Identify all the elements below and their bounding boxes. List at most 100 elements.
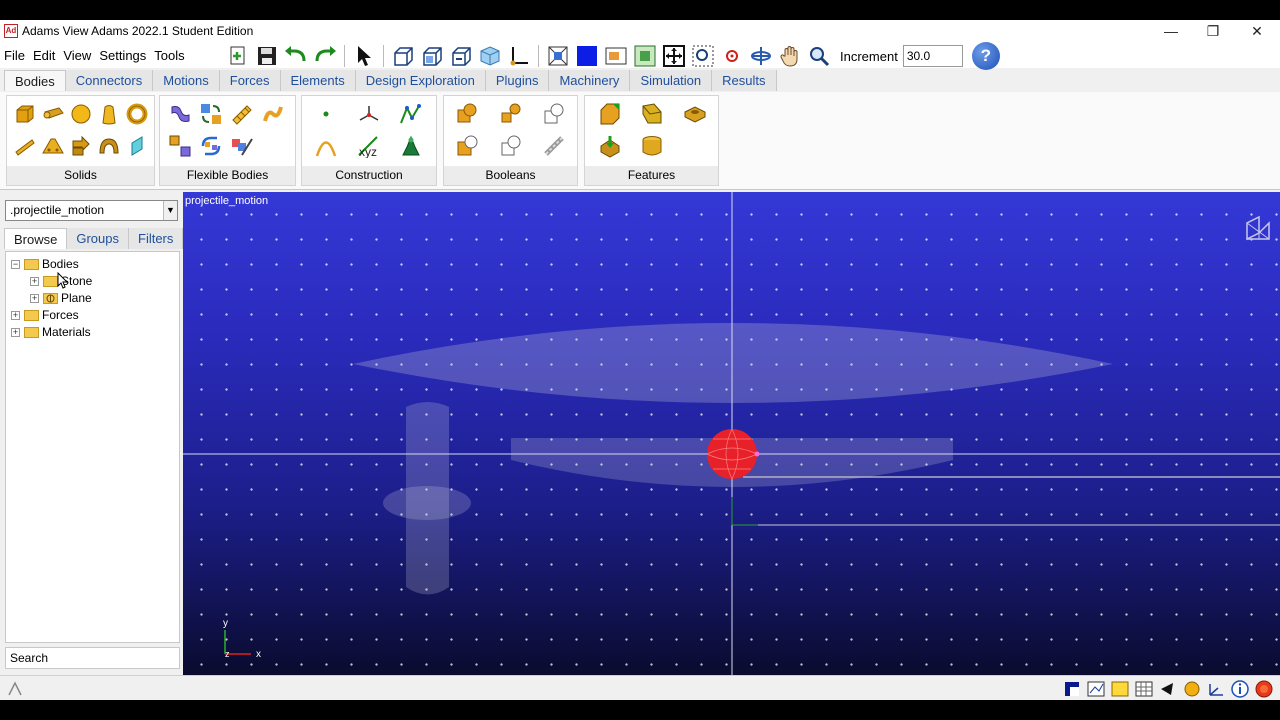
view-iso-icon[interactable] (420, 44, 444, 68)
boolean-intersect-icon[interactable] (541, 101, 567, 127)
pan-hand-icon[interactable] (778, 44, 802, 68)
sphere-icon[interactable] (68, 101, 94, 127)
zoom-box-icon[interactable] (662, 44, 686, 68)
extrusion-icon[interactable] (68, 133, 94, 159)
menu-view[interactable]: View (59, 48, 95, 63)
spline-body-icon[interactable] (398, 133, 424, 159)
boolean-split-icon[interactable] (498, 133, 524, 159)
tab-elements[interactable]: Elements (280, 70, 356, 91)
point-icon[interactable] (313, 101, 339, 127)
chevron-down-icon[interactable]: ▼ (163, 201, 177, 220)
tab-groups[interactable]: Groups (67, 228, 129, 249)
plate-icon[interactable] (40, 133, 66, 159)
revolution-icon[interactable] (96, 133, 122, 159)
menu-file[interactable]: File (0, 48, 29, 63)
color-icon[interactable] (1182, 680, 1201, 698)
modeling-viewport[interactable]: projectile_motion y z x (183, 192, 1280, 675)
boolean-cut-icon[interactable] (454, 133, 480, 159)
render-mode-icon[interactable] (478, 44, 502, 68)
hole-icon[interactable] (639, 133, 665, 159)
redo-icon[interactable] (313, 44, 337, 68)
torus-icon[interactable] (124, 101, 150, 127)
chamfer-icon[interactable] (597, 101, 623, 127)
flex-edit-icon[interactable] (229, 133, 255, 159)
flex-convert-icon[interactable] (198, 101, 224, 127)
undo-icon[interactable] (284, 44, 308, 68)
tab-simulation[interactable]: Simulation (630, 70, 713, 91)
flex-beam-icon[interactable] (229, 101, 255, 127)
tab-bodies[interactable]: Bodies (4, 70, 66, 91)
model-selector[interactable]: .projectile_motion ▼ (5, 200, 178, 221)
tree-node-forces[interactable]: + Forces (11, 307, 79, 323)
expand-icon[interactable]: + (11, 310, 20, 320)
shell-icon[interactable] (597, 133, 623, 159)
zoom-window-icon[interactable] (691, 44, 715, 68)
expand-icon[interactable]: + (30, 293, 39, 303)
flex-spline-icon[interactable] (260, 101, 286, 127)
tab-machinery[interactable]: Machinery (549, 70, 631, 91)
view-top-icon[interactable] (449, 44, 473, 68)
new-model-icon[interactable] (226, 44, 250, 68)
marker-xyz-icon[interactable]: xyz (356, 133, 382, 159)
arrow-tool-icon[interactable] (1158, 680, 1177, 698)
tree-node-plane[interactable]: + Plane (30, 290, 92, 306)
blend-icon[interactable] (639, 101, 665, 127)
collapse-icon[interactable]: − (11, 259, 20, 269)
tab-forces[interactable]: Forces (219, 70, 281, 91)
select-pointer-icon[interactable] (352, 44, 376, 68)
box-icon[interactable] (12, 101, 38, 127)
coordinate-system-icon[interactable] (1206, 680, 1225, 698)
cylinder-icon[interactable] (40, 101, 66, 127)
zoom-extents-icon[interactable] (546, 44, 570, 68)
boolean-merge-icon[interactable] (498, 101, 524, 127)
tab-plugins[interactable]: Plugins (485, 70, 550, 91)
tab-connectors[interactable]: Connectors (65, 70, 154, 91)
info-icon[interactable] (1230, 680, 1249, 698)
view-orientation-icon[interactable] (1246, 215, 1270, 241)
marker-icon[interactable] (356, 101, 382, 127)
view-front-icon[interactable] (391, 44, 415, 68)
tree-node-materials[interactable]: + Materials (11, 324, 91, 340)
tab-design-exploration[interactable]: Design Exploration (355, 70, 486, 91)
tab-motions[interactable]: Motions (153, 70, 220, 91)
link-icon[interactable] (12, 133, 38, 159)
close-button[interactable]: ✕ (1235, 20, 1279, 42)
flex-body-icon[interactable] (167, 101, 193, 127)
triad-icon[interactable] (507, 44, 531, 68)
center-icon[interactable] (720, 44, 744, 68)
menu-settings[interactable]: Settings (95, 48, 150, 63)
background-color-icon[interactable] (575, 44, 599, 68)
polyline-icon[interactable] (398, 101, 424, 127)
minimize-button[interactable]: — (1149, 20, 1193, 42)
tab-browse[interactable]: Browse (4, 228, 68, 249)
flex-swap-icon[interactable] (167, 133, 193, 159)
browser-search-field[interactable]: Search (5, 647, 180, 669)
toggle-icons-icon[interactable] (604, 44, 628, 68)
table-view-icon[interactable] (1110, 680, 1129, 698)
frustum-icon[interactable] (96, 101, 122, 127)
help-button[interactable]: ? (971, 42, 1000, 70)
record-session-icon[interactable] (1062, 680, 1081, 698)
fit-icon[interactable] (633, 44, 657, 68)
chain-icon[interactable] (541, 133, 567, 159)
maximize-button[interactable]: ❐ (1191, 20, 1235, 42)
menu-tools[interactable]: Tools (150, 48, 188, 63)
stone-sphere[interactable] (707, 429, 757, 479)
menu-edit[interactable]: Edit (29, 48, 59, 63)
save-icon[interactable] (255, 44, 279, 68)
plane-body-icon[interactable] (124, 133, 150, 159)
tab-filters[interactable]: Filters (129, 228, 184, 249)
expand-icon[interactable]: + (11, 327, 20, 337)
tab-results[interactable]: Results (712, 70, 777, 91)
spreadsheet-icon[interactable] (1134, 680, 1153, 698)
increment-input[interactable] (902, 45, 963, 67)
hollow-icon[interactable] (682, 101, 708, 127)
stop-icon[interactable] (1254, 680, 1273, 698)
boolean-union-icon[interactable] (454, 101, 480, 127)
expand-icon[interactable]: + (30, 276, 39, 286)
arc-icon[interactable] (313, 133, 339, 159)
rotate-icon[interactable] (749, 44, 773, 68)
plot-icon[interactable] (1086, 680, 1105, 698)
zoom-icon[interactable] (807, 44, 831, 68)
flex-replace-icon[interactable] (198, 133, 224, 159)
